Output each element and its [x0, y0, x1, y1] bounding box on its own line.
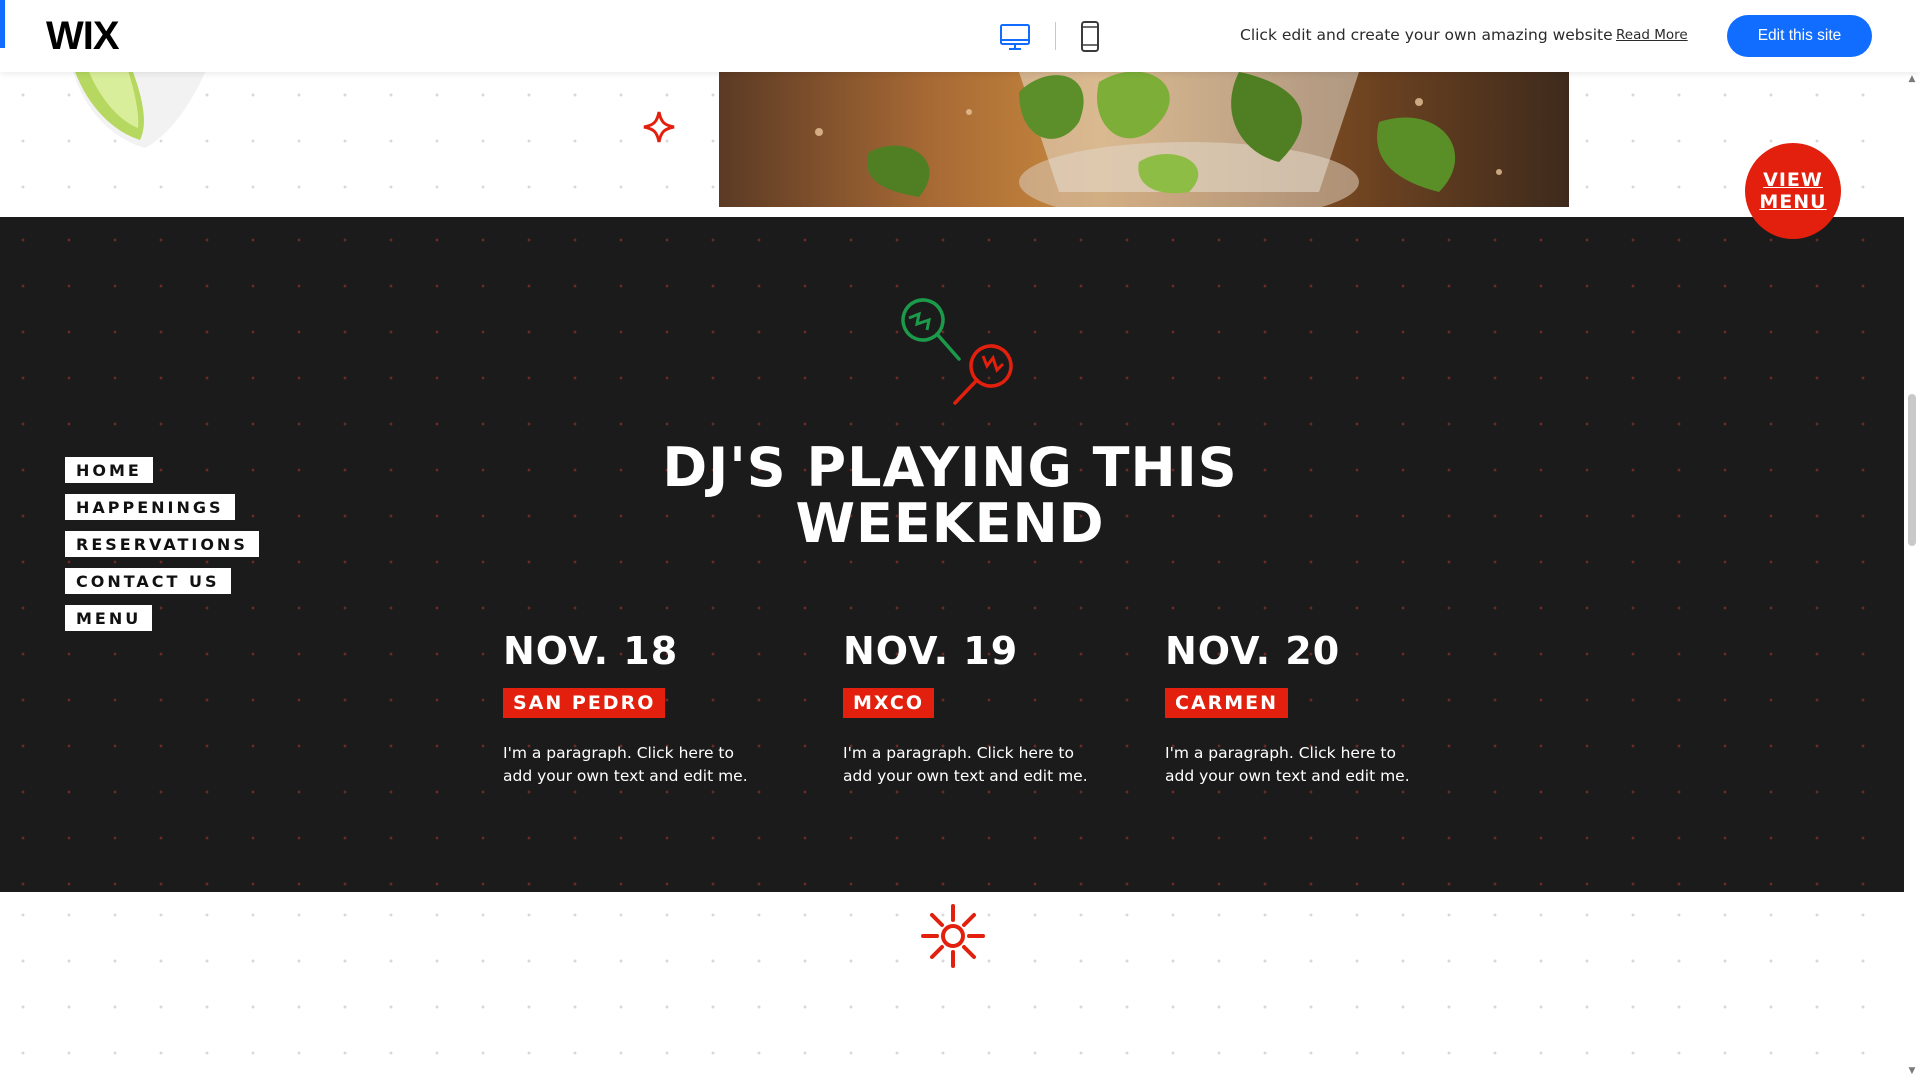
view-menu-button[interactable]: VIEW MENU: [1745, 143, 1841, 239]
device-separator: [1055, 22, 1056, 50]
nav-item-home[interactable]: HOME: [65, 457, 153, 483]
desktop-icon[interactable]: [998, 20, 1032, 54]
event-description: I'm a paragraph. Click here to add your …: [1165, 744, 1410, 785]
accent-strip: [0, 0, 5, 48]
event-card: NOV. 20 CARMEN I'm a paragraph. Click he…: [1165, 628, 1465, 788]
page-scrollbar[interactable]: [1904, 72, 1920, 1080]
maracas-icon: [901, 298, 1013, 405]
nav-item-happenings[interactable]: HAPPENINGS: [65, 494, 235, 520]
edit-this-site-button[interactable]: Edit this site: [1727, 15, 1872, 57]
event-description: I'm a paragraph. Click here to add your …: [843, 744, 1088, 785]
event-card: NOV. 18 SAN PEDRO I'm a paragraph. Click…: [503, 628, 803, 788]
site-page: VIEW MENU DJ'S PLAYING THIS WEEKEND HOME…: [0, 0, 1904, 1080]
mojito-photo: [719, 72, 1569, 207]
scroll-down-arrow[interactable]: ▼: [1906, 1066, 1918, 1076]
site-nav: HOME HAPPENINGS RESERVATIONS CONTACT US …: [65, 457, 259, 642]
view-menu-line2: MENU: [1759, 191, 1827, 213]
nav-item-reservations[interactable]: RESERVATIONS: [65, 531, 259, 557]
nav-item-contact-us[interactable]: CONTACT US: [65, 568, 231, 594]
event-dj-tag: SAN PEDRO: [503, 688, 666, 718]
read-more-link[interactable]: Read More: [1616, 27, 1688, 43]
promo-text: Click edit and create your own amazing w…: [1240, 26, 1613, 44]
event-date: NOV. 20: [1165, 629, 1341, 673]
section-title: DJ'S PLAYING THIS WEEKEND: [600, 440, 1300, 552]
sparkle-icon: [643, 111, 675, 143]
view-menu-line1: VIEW: [1763, 169, 1823, 191]
nav-item-menu[interactable]: MENU: [65, 605, 153, 631]
event-dj-tag: MXCO: [843, 688, 934, 718]
scroll-up-arrow[interactable]: ▲: [1906, 74, 1918, 84]
wix-logo[interactable]: WIX: [46, 14, 120, 59]
event-date: NOV. 18: [503, 629, 679, 673]
mobile-icon[interactable]: [1078, 20, 1102, 54]
title-line1: DJ'S PLAYING THIS: [662, 436, 1238, 499]
event-date: NOV. 19: [843, 629, 1019, 673]
event-card: NOV. 19 MXCO I'm a paragraph. Click here…: [843, 628, 1143, 788]
title-line2: WEEKEND: [795, 492, 1105, 555]
event-description: I'm a paragraph. Click here to add your …: [503, 744, 748, 785]
scrollbar-thumb[interactable]: [1908, 394, 1916, 546]
wix-promo-bar: WIX Click edit and create your own amazi…: [0, 0, 1920, 72]
sun-icon: [921, 904, 985, 968]
event-dj-tag: CARMEN: [1165, 688, 1289, 718]
